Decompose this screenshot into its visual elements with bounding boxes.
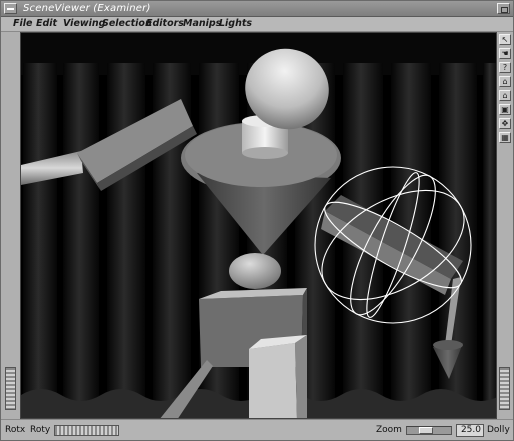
menu-file[interactable]: File — [13, 18, 32, 30]
front-box — [249, 335, 307, 418]
dolly-thumbwheel[interactable] — [499, 367, 510, 410]
minimize-button[interactable] — [497, 3, 510, 14]
rotx-thumbwheel[interactable] — [5, 367, 16, 410]
arrow-pointer-icon[interactable]: ↖ — [499, 34, 511, 45]
menu-viewing[interactable]: Viewing — [63, 18, 105, 30]
zoom-slider-thumb[interactable] — [419, 427, 433, 434]
window-title: SceneViewer (Examiner) — [23, 3, 151, 14]
rotx-label: Rotx — [5, 425, 26, 435]
window-menu-button[interactable] — [4, 3, 17, 14]
menu-editors[interactable]: Editors — [146, 18, 184, 30]
view-all-icon[interactable]: ▣ — [499, 104, 511, 115]
3d-viewport[interactable] — [20, 32, 497, 419]
right-toolbar: ↖ ☚ ? ⌂ ⌂ ▣ ✥ ▦ — [497, 32, 513, 419]
dolly-label: Dolly — [487, 425, 510, 435]
scene-render — [21, 33, 496, 418]
projection-icon[interactable]: ▦ — [499, 132, 511, 143]
seek-icon[interactable]: ✥ — [499, 118, 511, 129]
menu-manips[interactable]: Manips — [183, 18, 221, 30]
set-home-icon[interactable]: ⌂ — [499, 90, 511, 101]
menu-lights[interactable]: Lights — [219, 18, 252, 30]
home-icon[interactable]: ⌂ — [499, 76, 511, 87]
scene-viewer-window: SceneViewer (Examiner) File Edit Viewing… — [0, 0, 514, 441]
zoom-value-field[interactable]: 25.0 — [456, 424, 484, 437]
menu-edit[interactable]: Edit — [36, 18, 57, 30]
hip-ellipsoid — [229, 253, 281, 289]
title-bar[interactable]: SceneViewer (Examiner) — [1, 1, 513, 17]
menu-bar: File Edit Viewing Selection Editors Mani… — [1, 17, 513, 32]
help-icon[interactable]: ? — [499, 62, 511, 73]
bottom-bar: Rotx Roty Zoom 25.0 Dolly — [1, 419, 513, 440]
roty-thumbwheel[interactable] — [54, 425, 119, 436]
zoom-slider[interactable] — [406, 426, 452, 435]
menu-selection[interactable]: Selection — [102, 18, 152, 30]
left-thumbwheel-panel — [1, 32, 20, 419]
roty-label: Roty — [30, 425, 51, 435]
hand-view-icon[interactable]: ☚ — [499, 48, 511, 59]
zoom-label: Zoom — [376, 425, 402, 435]
